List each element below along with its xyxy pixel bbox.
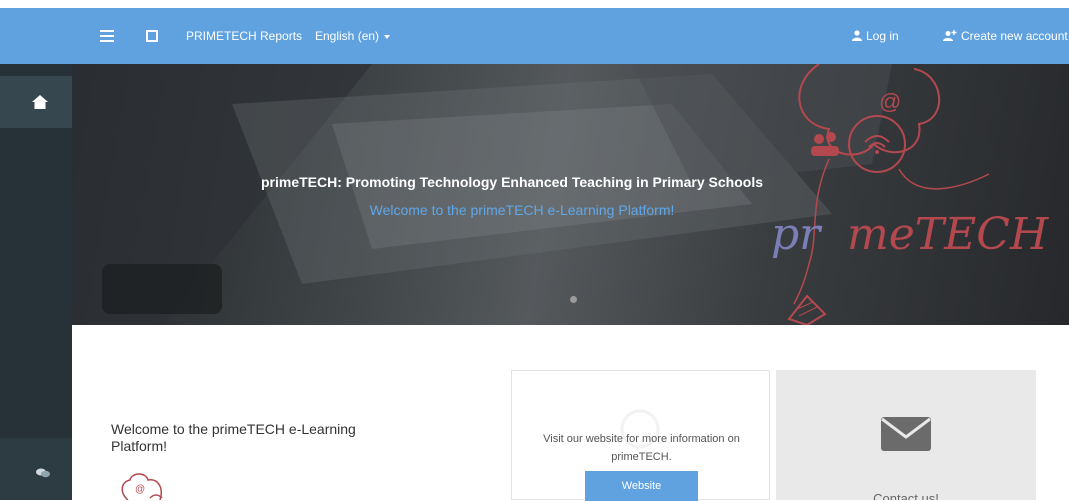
comments-icon — [36, 468, 50, 478]
fullscreen-icon[interactable] — [146, 30, 158, 42]
contact-card[interactable]: Contact us! — [776, 370, 1036, 500]
login-label: Log in — [866, 29, 899, 43]
drawer-messages-item[interactable] — [0, 438, 72, 500]
carousel-indicator[interactable] — [570, 296, 577, 303]
drawer-home-item[interactable] — [0, 76, 72, 128]
primetech-logo: @ pr meTECH — [771, 64, 1050, 325]
envelope-icon — [881, 417, 931, 451]
website-card-text: Visit our website for more information o… — [543, 433, 740, 463]
primetech-small-logo: @ — [121, 473, 163, 500]
home-icon — [32, 95, 48, 109]
language-menu[interactable]: English (en) — [315, 8, 391, 64]
contact-card-text: Contact us! — [873, 491, 939, 500]
hero-carousel: @ pr meTECH primeTECH: Promoting Technol… — [72, 64, 1069, 325]
login-link[interactable]: Log in — [852, 8, 899, 64]
hero-title: primeTECH: Promoting Technology Enhanced… — [261, 174, 763, 190]
user-icon — [852, 30, 862, 41]
svg-text:@: @ — [135, 484, 145, 495]
website-card: Visit our website for more information o… — [511, 370, 770, 501]
nav-drawer — [0, 64, 72, 500]
chevron-down-icon — [384, 34, 391, 39]
hero-subtitle: Welcome to the primeTECH e-Learning Plat… — [369, 202, 675, 218]
top-navbar: PRIMETECH Reports English (en) Log in Cr… — [0, 8, 1069, 64]
add-user-icon — [943, 30, 957, 41]
site-name-link[interactable]: PRIMETECH Reports — [186, 8, 302, 64]
website-button[interactable]: Website — [585, 471, 698, 501]
svg-text:@: @ — [879, 89, 901, 114]
create-account-link[interactable]: Create new account — [943, 8, 1068, 64]
language-label: English (en) — [315, 29, 380, 43]
menu-icon[interactable] — [100, 8, 116, 64]
create-account-label: Create new account — [961, 29, 1068, 43]
welcome-heading: Welcome to the primeTECH e-Learning Plat… — [111, 421, 356, 454]
